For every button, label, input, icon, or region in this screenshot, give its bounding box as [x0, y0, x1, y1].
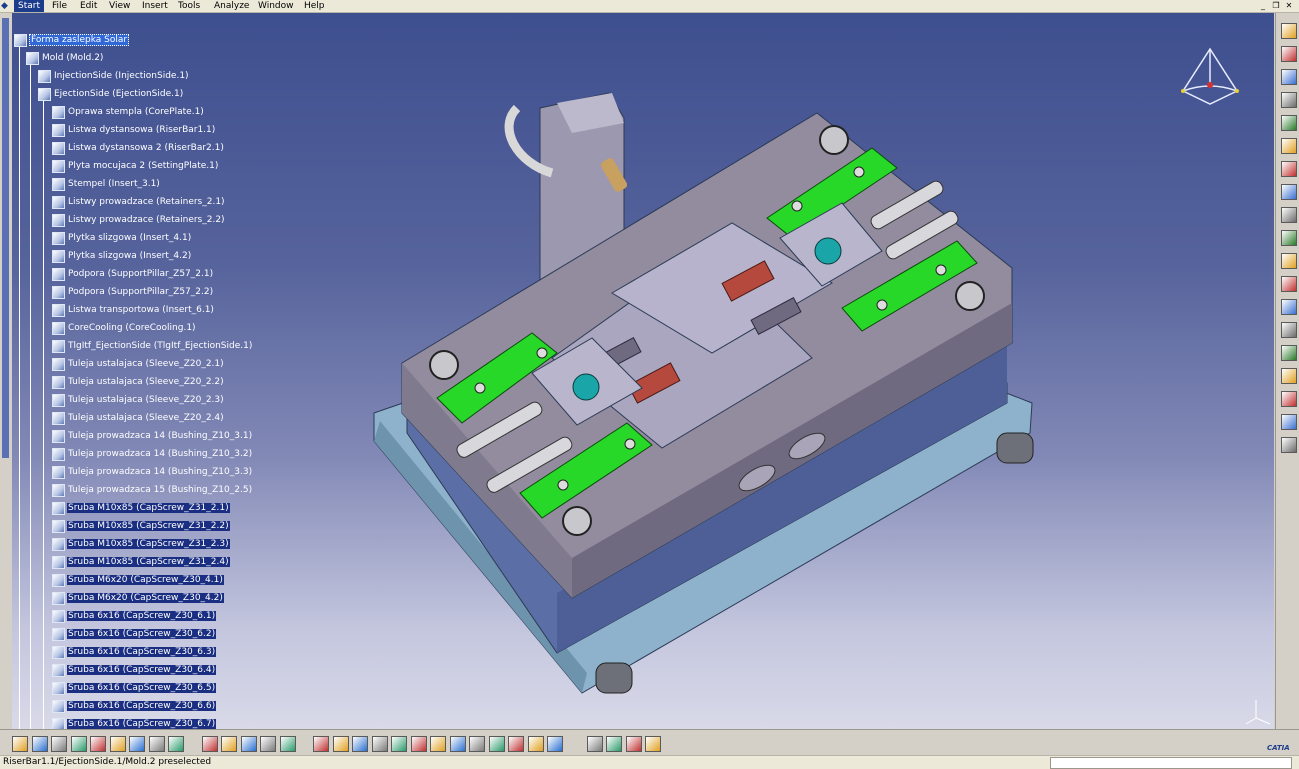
compass-widget[interactable] — [1177, 46, 1243, 106]
save-icon[interactable] — [51, 736, 67, 752]
zoom-out-icon[interactable] — [410, 736, 427, 752]
scrollbar-thumb[interactable] — [2, 18, 9, 458]
pin-icon[interactable] — [1281, 253, 1297, 269]
guide-bushing-4[interactable] — [955, 281, 985, 311]
menu-help[interactable]: Help — [304, 0, 325, 12]
leader-pin-bottom[interactable] — [595, 662, 633, 694]
cap-screw[interactable] — [935, 264, 947, 276]
rotate-icon[interactable] — [371, 736, 388, 752]
menu-analyze[interactable]: Analyze — [214, 0, 249, 12]
guide-bushing-3[interactable] — [819, 125, 849, 155]
cooling-port-right[interactable] — [814, 237, 842, 265]
right-toolbar — [1275, 13, 1299, 729]
menu-tools[interactable]: Tools — [178, 0, 200, 12]
ejector-icon[interactable] — [1281, 345, 1297, 361]
comment-icon[interactable] — [221, 736, 237, 752]
select-arrow-icon[interactable] — [1281, 46, 1297, 62]
measure-icon[interactable] — [240, 736, 257, 752]
normal-view-icon[interactable] — [430, 736, 446, 752]
command-input[interactable] — [1050, 757, 1292, 769]
gate-icon[interactable] — [1281, 391, 1297, 407]
catia-app-icon[interactable]: ◆ — [1, 0, 8, 12]
menu-bar: Start File Edit View Insert Tools Analyz… — [0, 0, 1299, 13]
minimize-icon[interactable]: _ — [1258, 1, 1268, 10]
shading-icon[interactable] — [488, 736, 505, 752]
menu-file[interactable]: File — [52, 0, 67, 12]
move-icon[interactable] — [1281, 69, 1297, 85]
manipulate-icon[interactable] — [625, 736, 642, 752]
status-text: RiserBar1.1/EjectionSide.1/Mold.2 presel… — [3, 757, 212, 767]
fly-mode-icon[interactable] — [313, 736, 329, 752]
iso-view-icon[interactable] — [469, 736, 485, 752]
close-icon[interactable]: ✕ — [1284, 1, 1294, 10]
pillar-icon[interactable] — [1281, 207, 1297, 223]
pan-icon[interactable] — [352, 736, 368, 752]
mold-assembly-model[interactable] — [12, 13, 1274, 729]
undo-icon[interactable] — [129, 736, 145, 752]
menu-start[interactable]: Start — [14, 0, 44, 12]
status-bar: RiserBar1.1/EjectionSide.1/Mold.2 presel… — [0, 755, 1299, 769]
runner-icon[interactable] — [1281, 414, 1297, 430]
angle-pin-icon[interactable] — [1281, 322, 1297, 338]
axis-triad-icon — [1245, 700, 1271, 725]
formula-icon[interactable] — [201, 736, 218, 752]
open-icon[interactable] — [31, 736, 48, 752]
bottom-toolbar: CATIA — [0, 729, 1299, 756]
hide-show-icon[interactable] — [508, 736, 524, 752]
menu-edit[interactable]: Edit — [80, 0, 97, 12]
copy-icon[interactable] — [90, 736, 106, 752]
menu-window[interactable]: Window — [258, 0, 294, 12]
product-icon[interactable] — [1281, 92, 1297, 108]
cap-screw[interactable] — [536, 347, 548, 359]
sleeve-icon[interactable] — [1281, 299, 1297, 315]
cooling-icon[interactable] — [1281, 368, 1297, 384]
cap-screw[interactable] — [557, 479, 569, 491]
update-icon[interactable] — [606, 736, 622, 752]
cap-screw[interactable] — [474, 382, 486, 394]
graph-tree-icon[interactable] — [1281, 161, 1297, 177]
guide-bushing-2[interactable] — [562, 506, 592, 536]
compass-icon[interactable] — [586, 736, 603, 752]
parameters-icon[interactable] — [279, 736, 296, 752]
guide-bushing-1[interactable] — [429, 350, 459, 380]
cap-screw[interactable] — [853, 166, 865, 178]
plate-icon[interactable] — [1281, 184, 1297, 200]
swap-space-icon[interactable] — [527, 736, 544, 752]
cap-screw[interactable] — [624, 438, 636, 450]
menu-view[interactable]: View — [109, 0, 130, 12]
explode-icon[interactable] — [645, 736, 661, 752]
restore-icon[interactable]: ❐ — [1271, 1, 1281, 10]
redo-icon[interactable] — [148, 736, 165, 752]
paste-icon[interactable] — [109, 736, 126, 752]
fit-all-icon[interactable] — [332, 736, 349, 752]
whats-this-icon[interactable] — [168, 736, 184, 752]
replace-icon[interactable] — [1281, 138, 1297, 154]
cooling-port-left[interactable] — [572, 373, 600, 401]
existing-component-icon[interactable] — [1281, 115, 1297, 131]
multi-view-icon[interactable] — [449, 736, 466, 752]
snapshot-icon[interactable] — [547, 736, 563, 752]
cap-screw[interactable] — [791, 200, 803, 212]
menu-insert[interactable]: Insert — [142, 0, 168, 12]
cut-icon[interactable] — [70, 736, 87, 752]
catia-logo: CATIA — [1267, 744, 1290, 752]
bushing-icon[interactable] — [1281, 276, 1297, 292]
zoom-in-icon[interactable] — [391, 736, 407, 752]
screw-icon[interactable] — [1281, 230, 1297, 246]
3d-viewport[interactable]: Forma zaslepka Solar Mold (Mold.2) Injec… — [12, 13, 1274, 729]
new-icon[interactable] — [12, 736, 28, 752]
sketch-icon[interactable] — [1281, 23, 1297, 39]
cap-screw[interactable] — [876, 299, 888, 311]
leader-pin-right[interactable] — [996, 432, 1034, 464]
analysis-icon[interactable] — [1281, 437, 1297, 453]
table-icon[interactable] — [260, 736, 276, 752]
